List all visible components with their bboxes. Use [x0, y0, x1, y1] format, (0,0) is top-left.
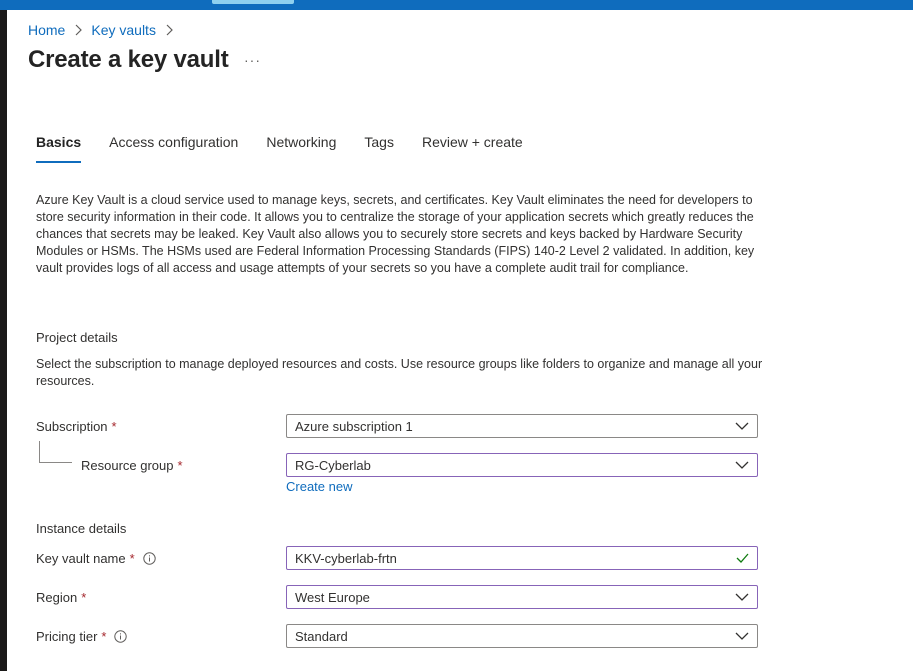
resource-group-tree-connector — [39, 441, 72, 463]
resource-group-label: Resource group * — [81, 455, 183, 475]
resource-group-label-text: Resource group — [81, 457, 174, 473]
more-options-button[interactable]: ··· — [244, 52, 261, 68]
region-value: West Europe — [295, 589, 370, 605]
create-new-resource-group-link[interactable]: Create new — [286, 479, 352, 494]
wizard-tabs: Basics Access configuration Networking T… — [36, 133, 551, 163]
tab-networking[interactable]: Networking — [266, 133, 336, 163]
region-label-text: Region — [36, 589, 78, 605]
tab-review-create[interactable]: Review + create — [422, 133, 523, 163]
tab-basics[interactable]: Basics — [36, 133, 82, 163]
instance-details-heading: Instance details — [36, 521, 127, 536]
pricing-tier-label-text: Pricing tier — [36, 628, 98, 644]
top-bar-active-indicator — [212, 0, 294, 4]
region-dropdown[interactable]: West Europe — [286, 585, 758, 609]
key-vault-name-input[interactable]: KKV-cyberlab-frtn — [286, 546, 758, 570]
required-marker: * — [101, 628, 107, 644]
tab-tags[interactable]: Tags — [364, 133, 394, 163]
subscription-label: Subscription * — [36, 416, 117, 436]
breadcrumb-home-link[interactable]: Home — [28, 22, 65, 38]
project-details-heading: Project details — [36, 330, 118, 345]
portal-top-bar — [0, 0, 913, 10]
chevron-down-icon — [735, 632, 749, 640]
checkmark-icon — [736, 553, 749, 563]
project-details-description: Select the subscription to manage deploy… — [36, 357, 763, 388]
resource-group-dropdown[interactable]: RG-Cyberlab — [286, 453, 758, 477]
chevron-right-icon — [74, 24, 83, 36]
required-marker: * — [81, 589, 87, 605]
subscription-dropdown[interactable]: Azure subscription 1 — [286, 414, 758, 438]
pricing-tier-dropdown[interactable]: Standard — [286, 624, 758, 648]
tab-access-configuration[interactable]: Access configuration — [109, 133, 238, 163]
pricing-tier-label: Pricing tier * — [36, 626, 128, 646]
info-icon[interactable] — [142, 551, 156, 565]
key-vault-name-value: KKV-cyberlab-frtn — [295, 550, 397, 566]
chevron-down-icon — [735, 422, 749, 430]
chevron-down-icon — [735, 461, 749, 469]
region-label: Region * — [36, 587, 86, 607]
chevron-down-icon — [735, 593, 749, 601]
breadcrumb: Home Key vaults — [28, 20, 182, 40]
key-vault-name-label: Key vault name * — [36, 548, 156, 568]
required-marker: * — [111, 418, 117, 434]
chevron-right-icon — [165, 24, 173, 36]
pricing-tier-value: Standard — [295, 628, 348, 644]
info-icon[interactable] — [114, 629, 128, 643]
resource-group-value: RG-Cyberlab — [295, 457, 371, 473]
left-window-edge — [0, 10, 7, 671]
breadcrumb-key-vaults-link[interactable]: Key vaults — [91, 22, 156, 38]
required-marker: * — [177, 457, 183, 473]
page-title: Create a key vault — [28, 46, 229, 73]
subscription-label-text: Subscription — [36, 418, 108, 434]
key-vault-description: Azure Key Vault is a cloud service used … — [36, 193, 755, 275]
subscription-value: Azure subscription 1 — [295, 418, 413, 434]
key-vault-name-label-text: Key vault name — [36, 550, 126, 566]
required-marker: * — [129, 550, 135, 566]
